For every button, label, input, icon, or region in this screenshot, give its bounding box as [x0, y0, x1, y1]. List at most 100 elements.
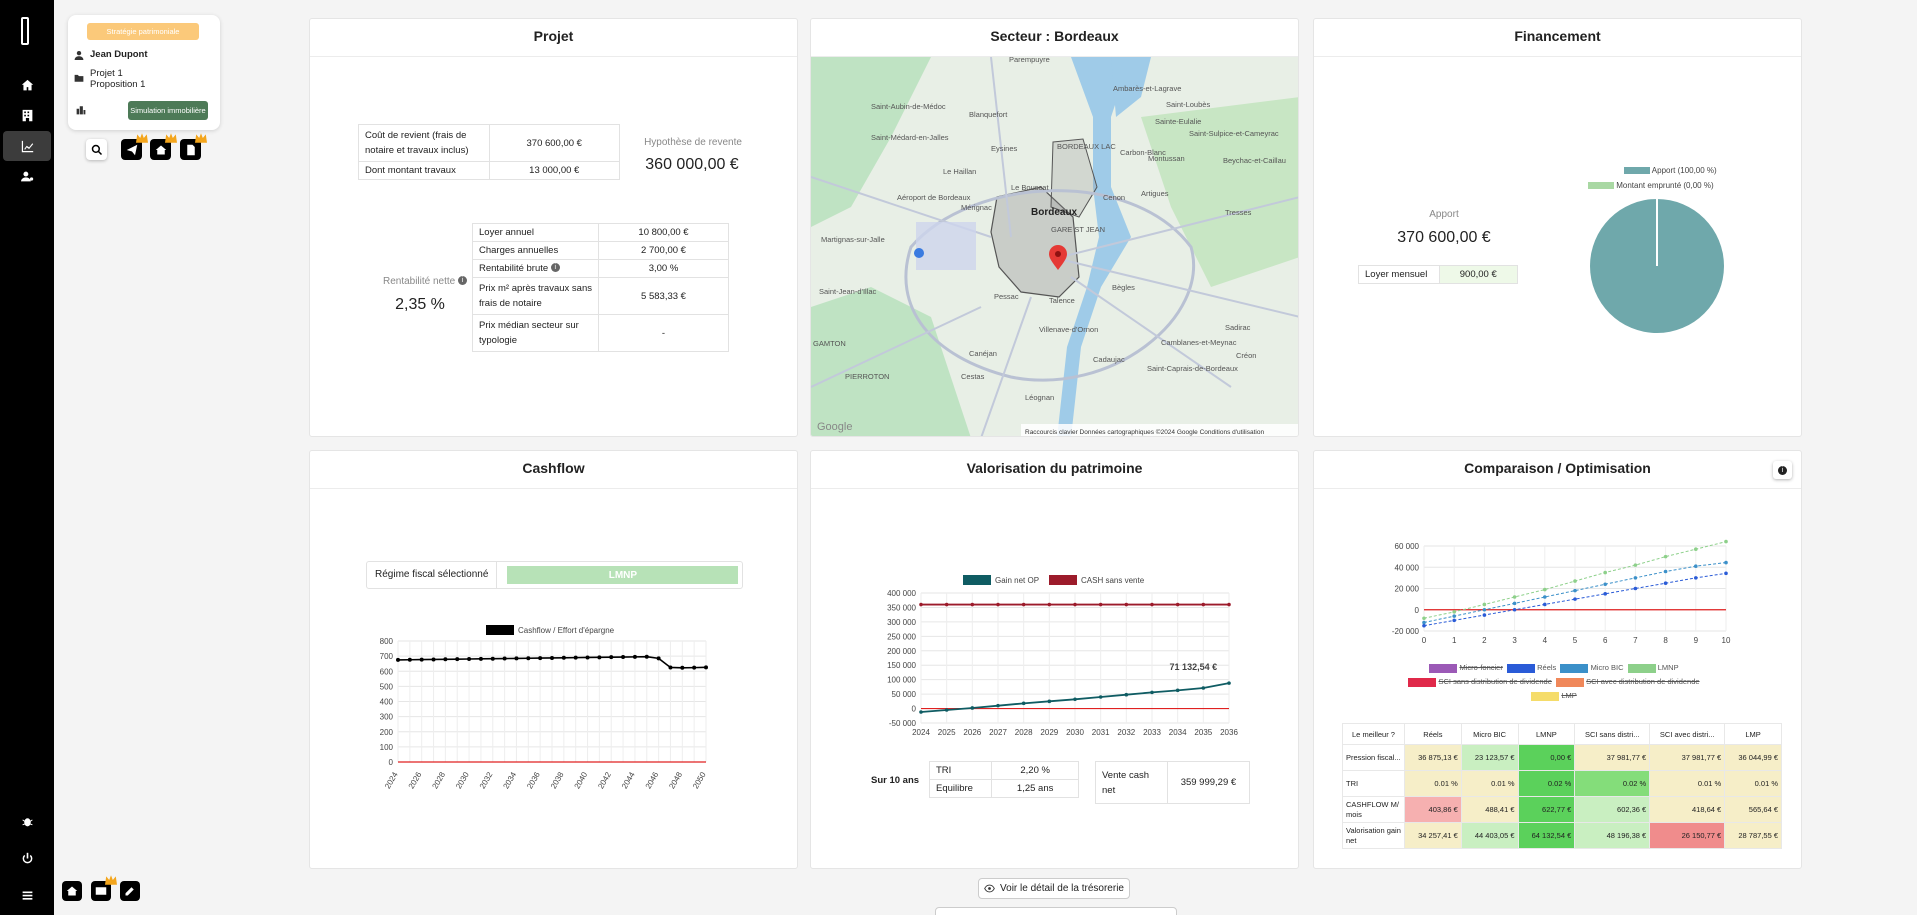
data-point [1422, 623, 1426, 628]
table-row: Valorisation gain net 34 257,41 €44 403,0… [1342, 822, 1782, 849]
data-point [1573, 579, 1577, 583]
cmp-cell: 36 044,99 € [1724, 744, 1782, 771]
cmp-cell: 48 196,38 € [1574, 822, 1651, 849]
project-name[interactable]: Projet 1 [90, 68, 145, 79]
y-tick-label: 20 000 [1395, 585, 1420, 594]
crown-icon [195, 133, 207, 143]
send-button[interactable] [121, 133, 148, 160]
zoom-button[interactable] [86, 139, 107, 160]
bug-icon[interactable] [0, 806, 54, 836]
comparaison-legend: Micro-foncier Réels Micro BIC LMNP SCI s… [1374, 661, 1734, 703]
new-home-button[interactable] [62, 881, 82, 901]
menu-icon[interactable] [0, 880, 54, 910]
x-tick-label: 2042 [596, 770, 613, 790]
map-label: Bègles [1112, 283, 1135, 292]
proposal-name[interactable]: Proposition 1 [90, 79, 145, 90]
data-point [1543, 587, 1547, 592]
legend-label: Gain net OP [995, 576, 1039, 585]
data-point [970, 706, 975, 710]
valorisation-title: Valorisation du patrimoine [811, 451, 1298, 489]
map-label: Cadaujac [1093, 355, 1125, 364]
data-point [1663, 581, 1668, 585]
map-footer[interactable]: Raccourcis clavier Données cartographiqu… [1025, 428, 1264, 436]
rentabilite-brute-value: 3,00 % [598, 259, 729, 278]
y-tick-label: 200 000 [887, 647, 916, 656]
cmp-header: Le meilleur ? [1342, 723, 1405, 745]
x-tick-label: 2028 [430, 770, 447, 790]
data-point [1422, 620, 1426, 625]
x-tick-label: 2036 [1220, 728, 1238, 737]
y-tick-label: 400 [380, 698, 394, 707]
legend-swatch [1049, 575, 1077, 585]
crown-icon [136, 133, 148, 143]
x-tick-label: 2032 [1117, 728, 1135, 737]
user-name: Jean Dupont [90, 49, 148, 60]
y-tick-label: -50 000 [889, 719, 917, 728]
y-tick-label: 400 000 [887, 589, 916, 598]
edit-button[interactable] [120, 881, 140, 901]
cmp-header: LMNP [1517, 723, 1576, 745]
y-tick-label: 150 000 [887, 661, 916, 670]
map[interactable]: Cubzac-les-PontsLe Pian-MédocParempuyreA… [811, 57, 1299, 437]
prix-m2-label: Prix m² après travaux sans frais de nota… [472, 277, 599, 315]
legend-lmp: LMP [1531, 691, 1577, 701]
search-icon [91, 144, 102, 155]
legend-swatch-emprunt [1588, 182, 1614, 190]
x-tick-label: 8 [1663, 636, 1668, 645]
regime-value[interactable]: LMNP [507, 566, 739, 584]
treso-detail-button[interactable]: Voir le détail de la trésorerie [978, 878, 1130, 899]
data-point [1021, 701, 1026, 706]
project-row: Projet 1 Proposition 1 [74, 68, 145, 90]
cmp-cell: 0,00 € [1517, 744, 1576, 771]
map-label: Aéroport de Bordeaux [897, 193, 971, 202]
data-point [1512, 595, 1517, 599]
map-label: Villenave-d'Ornon [1039, 325, 1098, 334]
data-point [431, 657, 436, 662]
data-point [1201, 686, 1206, 690]
project-card: Stratégie patrimoniale Jean Dupont Proje… [68, 15, 220, 130]
power-icon[interactable] [0, 843, 54, 873]
secondary-bottom-button[interactable] [935, 907, 1177, 915]
apport-label: Apport [1429, 209, 1459, 220]
house-edit-icon [155, 145, 166, 154]
x-tick-label: 9 [1694, 636, 1699, 645]
cmp-cell: 565,64 € [1724, 796, 1782, 823]
info-icon[interactable]: i [550, 263, 560, 272]
info-icon[interactable]: i [458, 276, 468, 285]
data-point [1603, 582, 1607, 587]
cmp-row-label: Pression fiscal... [1342, 744, 1405, 771]
table-row: CASHFLOW M/ mois 403,86 €488,41 €622,77 €… [1342, 796, 1782, 823]
cmp-cell: 418,64 € [1649, 796, 1726, 823]
legend-swatch [486, 625, 514, 635]
map-label: BORDEAUX LAC [1057, 142, 1116, 151]
data-point [514, 656, 519, 661]
user-settings-icon[interactable] [0, 161, 54, 191]
map-label: Saint-Sulpice-et-Cameyrac [1189, 129, 1279, 138]
strategy-badge[interactable]: Stratégie patrimoniale [87, 23, 199, 40]
contact-button[interactable] [91, 875, 117, 901]
x-tick-label: 2048 [667, 770, 684, 790]
data-point [1047, 602, 1052, 607]
data-point [1694, 564, 1698, 568]
edit-property-button[interactable] [150, 133, 177, 160]
map-label: Beychac-et-Caillau [1223, 156, 1286, 165]
info-button[interactable]: i [1773, 461, 1792, 479]
export-button[interactable] [180, 133, 207, 160]
simulation-button[interactable]: Simulation immobilière [128, 101, 208, 120]
data-point [538, 656, 543, 661]
loyer-annuel-label: Loyer annuel [472, 223, 599, 242]
data-point [1021, 602, 1026, 607]
hypothese-value: 360 000,00 € [645, 156, 739, 173]
home-plus-icon [66, 886, 78, 896]
y-tick-label: 100 [380, 743, 394, 752]
data-point [1573, 588, 1577, 593]
data-point [970, 602, 975, 607]
pencil-icon [125, 887, 134, 896]
chart-icon[interactable] [3, 131, 51, 161]
charges-label: Charges annuelles [472, 241, 599, 260]
home-icon[interactable] [0, 70, 54, 100]
data-point [632, 654, 637, 659]
building-icon[interactable] [0, 100, 54, 130]
google-logo: Google [817, 421, 852, 433]
secteur-title: Secteur : Bordeaux [811, 19, 1298, 57]
